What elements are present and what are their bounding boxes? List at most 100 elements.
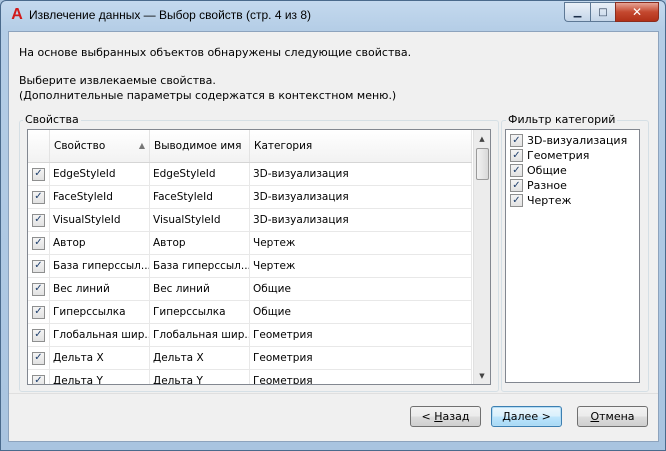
filter-item[interactable]: ✓ 3D-визуализация xyxy=(506,133,639,148)
display-name-cell: VisualStyleId xyxy=(150,209,250,231)
maximize-button[interactable]: □ xyxy=(590,2,615,22)
table-row[interactable]: ✓ FaceStyleId FaceStyleId 3D-визуализация xyxy=(28,186,472,209)
display-name-cell: EdgeStyleId xyxy=(150,163,250,185)
minimize-button[interactable]: ▁ xyxy=(564,2,590,22)
cancel-button[interactable]: Отмена xyxy=(577,406,648,427)
display-name-cell: База гиперссыл... xyxy=(150,255,250,277)
row-checkbox[interactable]: ✓ xyxy=(32,351,45,365)
table-row[interactable]: ✓ Вес линий Вес линий Общие xyxy=(28,278,472,301)
properties-grid[interactable]: Свойство ▲ Выводимое имя Категория ✓ Edge… xyxy=(27,129,491,385)
grid-header: Свойство ▲ Выводимое имя Категория xyxy=(28,130,472,163)
category-cell: Общие xyxy=(250,301,472,323)
filter-checkbox[interactable]: ✓ xyxy=(510,194,523,207)
row-checkbox[interactable]: ✓ xyxy=(32,190,45,204)
filter-checkbox[interactable]: ✓ xyxy=(510,134,523,147)
sort-ascending-icon: ▲ xyxy=(138,141,145,150)
minimize-icon: ▁ xyxy=(573,6,582,18)
filter-checkbox[interactable]: ✓ xyxy=(510,149,523,162)
header-property[interactable]: Свойство ▲ xyxy=(50,130,150,162)
filter-item-label: 3D-визуализация xyxy=(527,134,628,147)
table-row[interactable]: ✓ Гиперссылка Гиперссылка Общие xyxy=(28,301,472,324)
category-cell: 3D-визуализация xyxy=(250,186,472,208)
table-row[interactable]: ✓ Автор Автор Чертеж xyxy=(28,232,472,255)
display-name-cell: Автор xyxy=(150,232,250,254)
category-cell: Чертеж xyxy=(250,232,472,254)
table-row[interactable]: ✓ EdgeStyleId EdgeStyleId 3D-визуализация xyxy=(28,163,472,186)
property-cell: Вес линий xyxy=(50,278,150,300)
property-cell: Глобальная шир... xyxy=(50,324,150,346)
dialog-body: На основе выбранных объектов обнаружены … xyxy=(8,31,659,442)
row-checkbox-cell: ✓ xyxy=(28,232,50,254)
table-row[interactable]: ✓ Глобальная шир... Глобальная шир... Геоме… xyxy=(28,324,472,347)
category-cell: 3D-визуализация xyxy=(250,209,472,231)
next-button[interactable]: Далее > xyxy=(491,406,562,427)
row-checkbox[interactable]: ✓ xyxy=(32,282,45,296)
back-button[interactable]: < Назад xyxy=(410,406,481,427)
category-filter-list[interactable]: ✓ 3D-визуализация ✓ Геометрия ✓ Общие ✓ Разное ✓… xyxy=(505,129,640,383)
intro-text: На основе выбранных объектов обнаружены … xyxy=(19,45,411,103)
header-property-label: Свойство xyxy=(54,140,106,152)
row-checkbox-cell: ✓ xyxy=(28,186,50,208)
row-checkbox-cell: ✓ xyxy=(28,255,50,277)
scroll-thumb[interactable] xyxy=(476,148,489,180)
table-row[interactable]: ✓ Дельта X Дельта X Геометрия xyxy=(28,347,472,370)
row-checkbox-cell: ✓ xyxy=(28,347,50,369)
display-name-cell: Дельта X xyxy=(150,347,250,369)
close-icon: ✕ xyxy=(631,5,643,19)
property-cell: Автор xyxy=(50,232,150,254)
filter-checkbox[interactable]: ✓ xyxy=(510,179,523,192)
intro-line-1: На основе выбранных объектов обнаружены … xyxy=(19,46,412,59)
back-button-label: < Назад xyxy=(421,410,470,423)
window-title: Извлечение данных — Выбор свойств (стр. … xyxy=(29,8,312,22)
property-cell: Дельта Y xyxy=(50,370,150,384)
row-checkbox[interactable]: ✓ xyxy=(32,236,45,250)
caption-buttons: ▁ □ ✕ xyxy=(564,2,659,22)
close-button[interactable]: ✕ xyxy=(615,2,659,22)
property-cell: VisualStyleId xyxy=(50,209,150,231)
filter-item[interactable]: ✓ Общие xyxy=(506,163,639,178)
category-cell: Общие xyxy=(250,278,472,300)
row-checkbox[interactable]: ✓ xyxy=(32,305,45,319)
filter-checkbox[interactable]: ✓ xyxy=(510,164,523,177)
header-display-name[interactable]: Выводимое имя xyxy=(150,130,250,162)
table-row[interactable]: ✓ Дельта Y Дельта Y Геометрия xyxy=(28,370,472,384)
row-checkbox[interactable]: ✓ xyxy=(32,259,45,273)
title-bar[interactable]: A Извлечение данных — Выбор свойств (стр… xyxy=(1,1,665,31)
scroll-down-arrow-icon[interactable]: ▼ xyxy=(474,367,490,384)
intro-line-2: Выберите извлекаемые свойства. xyxy=(19,74,216,87)
filter-item-label: Общие xyxy=(527,164,567,177)
display-name-cell: Глобальная шир... xyxy=(150,324,250,346)
filter-item-label: Чертеж xyxy=(527,194,572,207)
grid-rows: ✓ EdgeStyleId EdgeStyleId 3D-визуализация ✓ F… xyxy=(28,163,472,384)
property-cell: База гиперссыл... xyxy=(50,255,150,277)
table-row[interactable]: ✓ VisualStyleId VisualStyleId 3D-визуализац… xyxy=(28,209,472,232)
row-checkbox[interactable]: ✓ xyxy=(32,374,45,384)
next-button-label: Далее > xyxy=(502,410,551,423)
property-cell: FaceStyleId xyxy=(50,186,150,208)
display-name-cell: Вес линий xyxy=(150,278,250,300)
filter-item[interactable]: ✓ Чертеж xyxy=(506,193,639,208)
property-cell: EdgeStyleId xyxy=(50,163,150,185)
row-checkbox-cell: ✓ xyxy=(28,324,50,346)
row-checkbox[interactable]: ✓ xyxy=(32,328,45,342)
filter-item-label: Разное xyxy=(527,179,567,192)
grid-scrollbar[interactable]: ▲ ▼ xyxy=(473,130,490,384)
filter-item-label: Геометрия xyxy=(527,149,590,162)
filter-group-label: Фильтр категорий xyxy=(506,113,618,126)
header-check-column[interactable] xyxy=(28,130,50,162)
maximize-icon: □ xyxy=(598,6,608,18)
dialog-window: A Извлечение данных — Выбор свойств (стр… xyxy=(0,0,666,451)
row-checkbox-cell: ✓ xyxy=(28,209,50,231)
row-checkbox[interactable]: ✓ xyxy=(32,213,45,227)
category-cell: 3D-визуализация xyxy=(250,163,472,185)
category-cell: Геометрия xyxy=(250,370,472,384)
table-row[interactable]: ✓ База гиперссыл... База гиперссыл... Черте… xyxy=(28,255,472,278)
filter-item[interactable]: ✓ Разное xyxy=(506,178,639,193)
row-checkbox-cell: ✓ xyxy=(28,370,50,384)
scroll-up-arrow-icon[interactable]: ▲ xyxy=(474,130,490,147)
row-checkbox[interactable]: ✓ xyxy=(32,167,45,181)
properties-group-label: Свойства xyxy=(23,113,81,126)
category-cell: Геометрия xyxy=(250,347,472,369)
header-category[interactable]: Категория xyxy=(250,130,472,162)
filter-item[interactable]: ✓ Геометрия xyxy=(506,148,639,163)
